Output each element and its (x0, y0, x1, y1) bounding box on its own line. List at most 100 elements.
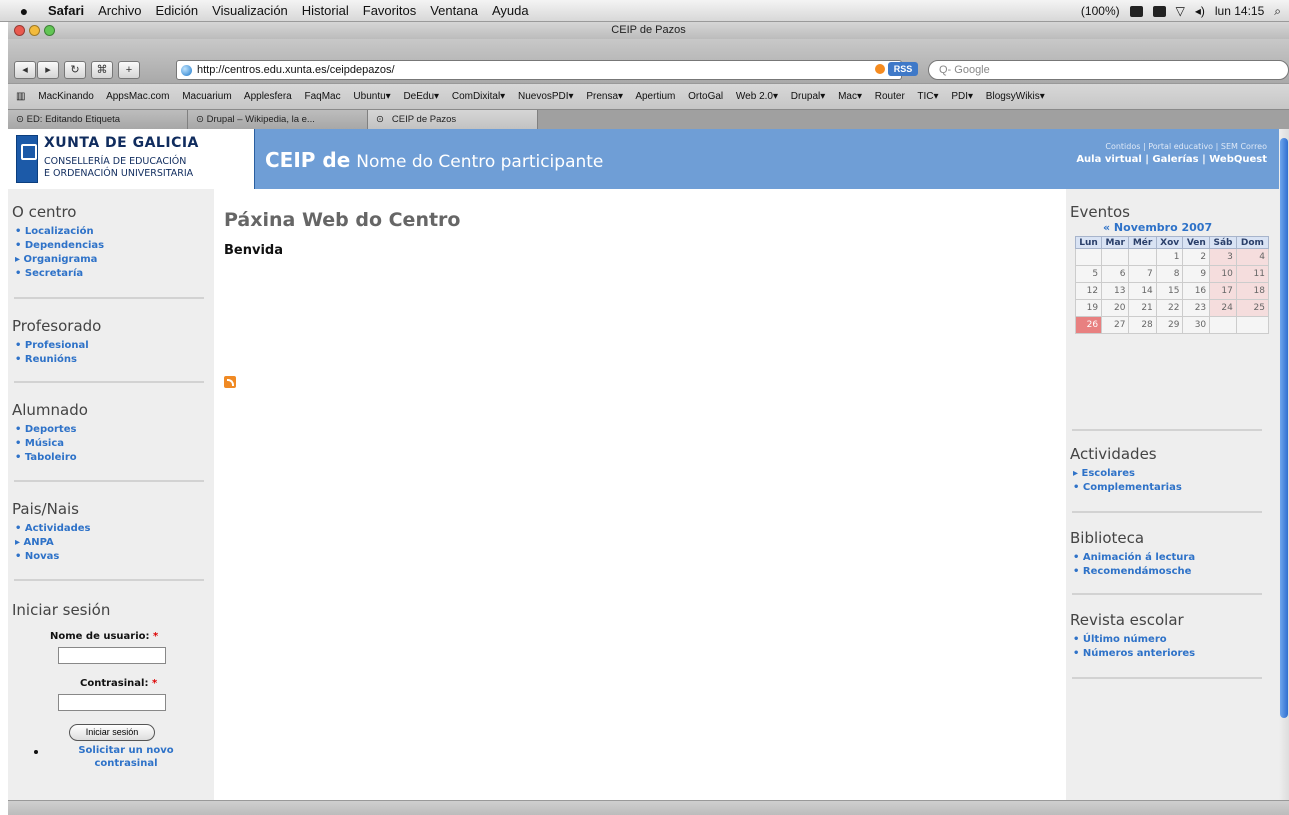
link-organigrama[interactable]: Organigrama (15, 253, 214, 267)
bookmark-item[interactable]: BlogsyWikis▾ (986, 91, 1045, 102)
forward-button[interactable]: ▸ (37, 61, 59, 79)
rss-button[interactable]: RSS (888, 62, 918, 76)
calendar-day-cell[interactable]: 7 (1128, 265, 1157, 283)
tab-drupal-wikipedia[interactable]: ⊙ Drupal – Wikipedia, la e... (188, 110, 368, 129)
xunta-logo[interactable]: XUNTA DE GALICIA CONSELLERÍA DE EDUCACIÓ… (8, 129, 255, 189)
link-numeros-anteriores[interactable]: Números anteriores (1073, 647, 1279, 661)
calendar-day-cell[interactable]: 5 (1074, 265, 1103, 283)
calendar-day-cell[interactable]: 6 (1101, 265, 1130, 283)
link-escolares[interactable]: Escolares (1073, 467, 1279, 481)
bookmark-item[interactable]: Applesfera (244, 91, 292, 102)
menu-clock[interactable]: lun 14:15 (1215, 4, 1264, 18)
calendar-caption[interactable]: « Novembro 2007 (1103, 221, 1212, 234)
header-small-links[interactable]: Contidos | Portal educativo | SEM Correo (1076, 142, 1267, 151)
volume-icon[interactable]: ◂) (1195, 4, 1205, 18)
link-reunions[interactable]: Reunións (15, 353, 214, 367)
tab-ceip-de-pazos[interactable]: ⊙ CEIP de Pazos (368, 110, 538, 129)
header-main-links[interactable]: Aula virtual | Galerías | WebQuest (1076, 154, 1267, 165)
link-complementarias[interactable]: Complementarias (1073, 481, 1279, 495)
tab-editando-etiqueta[interactable]: ⊙ ED: Editando Etiqueta (8, 110, 188, 129)
menu-safari[interactable]: Safari (48, 3, 84, 18)
calendar-day-cell[interactable]: 12 (1074, 282, 1103, 300)
rss-feed-icon[interactable] (224, 376, 236, 388)
bookmark-item[interactable]: FaqMac (305, 91, 341, 102)
bookmark-item[interactable]: TIC▾ (917, 91, 938, 102)
calendar-day-cell[interactable]: 11 (1235, 265, 1270, 283)
calendar-day-cell[interactable]: 17 (1209, 282, 1237, 300)
app-tray-icon[interactable] (1129, 5, 1143, 17)
calendar-day-cell[interactable]: 28 (1128, 316, 1157, 334)
apple-menu-icon[interactable]: ● (14, 3, 34, 19)
link-taboleiro[interactable]: Taboleiro (15, 451, 214, 465)
link-musica[interactable]: Música (15, 437, 214, 451)
calendar-day-cell[interactable]: 21 (1128, 299, 1157, 317)
calendar-day-cell[interactable]: 1 (1155, 248, 1184, 266)
link-dependencias[interactable]: Dependencias (15, 239, 214, 253)
menu-edicion[interactable]: Edición (156, 3, 199, 18)
bookmark-item[interactable]: NuevosPDI▾ (518, 91, 574, 102)
password-input[interactable] (58, 694, 166, 711)
back-button[interactable]: ◂ (14, 61, 36, 79)
link-anpa[interactable]: ANPA (15, 536, 214, 550)
link-animacion-lectura[interactable]: Animación á lectura (1073, 551, 1279, 565)
login-button[interactable]: Iniciar sesión (69, 724, 155, 741)
snapback-button[interactable]: ⌘ (91, 61, 113, 79)
menu-favoritos[interactable]: Favoritos (363, 3, 416, 18)
bookmark-item[interactable]: PDI▾ (951, 91, 973, 102)
link-novas[interactable]: Novas (15, 550, 214, 564)
calendar-day-cell[interactable]: 3 (1209, 248, 1237, 266)
calendar-day-cell[interactable]: 20 (1101, 299, 1130, 317)
bookmark-item[interactable]: Ubuntu▾ (353, 91, 390, 102)
link-profesional[interactable]: Profesional (15, 339, 214, 353)
menu-ventana[interactable]: Ventana (430, 3, 478, 18)
zoom-window-button[interactable] (44, 25, 55, 36)
wifi-icon[interactable]: ▽ (1176, 4, 1185, 18)
bookmark-item[interactable]: Macuarium (182, 91, 231, 102)
reload-button[interactable]: ↻ (64, 61, 86, 79)
username-input[interactable] (58, 647, 166, 664)
bookmark-item[interactable]: Drupal▾ (791, 91, 825, 102)
close-window-button[interactable] (14, 25, 25, 36)
menu-visualizacion[interactable]: Visualización (212, 3, 288, 18)
address-bar[interactable]: http://centros.edu.xunta.es/ceipdepazos/ (176, 60, 902, 80)
link-localizacion[interactable]: Localización (15, 225, 214, 239)
bookmark-item[interactable]: AppsMac.com (106, 91, 169, 102)
add-bookmark-button[interactable]: + (118, 61, 140, 79)
calendar-day-cell[interactable]: 19 (1074, 299, 1103, 317)
calendar-day-cell[interactable]: 4 (1235, 248, 1270, 266)
bookmark-item[interactable]: Prensa▾ (586, 91, 623, 102)
calendar-day-cell[interactable]: 9 (1182, 265, 1211, 283)
calendar-day-cell[interactable]: 16 (1182, 282, 1211, 300)
site-title[interactable]: CEIP de Nome do Centro participante (265, 148, 603, 172)
calendar-day-cell[interactable]: 24 (1209, 299, 1237, 317)
bookmark-item[interactable]: OrtoGal (688, 91, 723, 102)
bookmark-item[interactable]: ComDixital▾ (452, 91, 505, 102)
calendar-day-cell[interactable]: 18 (1235, 282, 1270, 300)
calendar-day-cell[interactable]: 2 (1182, 248, 1211, 266)
calendar-day-cell[interactable]: 25 (1235, 299, 1270, 317)
link-actividades-pais[interactable]: Actividades (15, 522, 214, 536)
bookmark-item[interactable]: Apertium (635, 91, 675, 102)
calendar-day-cell[interactable]: 8 (1155, 265, 1184, 283)
calendar-day-cell[interactable]: 14 (1128, 282, 1157, 300)
minimize-window-button[interactable] (29, 25, 40, 36)
link-recomendamosche[interactable]: Recomendámosche (1073, 565, 1279, 579)
bookmark-item[interactable]: Router (875, 91, 905, 102)
calendar-day-cell[interactable]: 27 (1101, 316, 1130, 334)
bookmark-item[interactable]: Mac▾ (838, 91, 862, 102)
calendar-day-cell[interactable]: 26 (1074, 316, 1103, 334)
calendar-day-cell[interactable]: 22 (1155, 299, 1184, 317)
menu-ayuda[interactable]: Ayuda (492, 3, 529, 18)
bookmark-item[interactable]: Web 2.0▾ (736, 91, 778, 102)
menu-archivo[interactable]: Archivo (98, 3, 141, 18)
bookmarks-book-icon[interactable]: ▥ (16, 91, 25, 102)
menu-historial[interactable]: Historial (302, 3, 349, 18)
display-icon[interactable] (1152, 5, 1166, 17)
calendar-day-cell[interactable]: 23 (1182, 299, 1211, 317)
calendar-day-cell[interactable]: 29 (1155, 316, 1184, 334)
request-new-password-link[interactable]: Solicitar un novo contrasinal (76, 744, 176, 770)
link-secretaria[interactable]: Secretaría (15, 267, 214, 281)
link-deportes[interactable]: Deportes (15, 423, 214, 437)
calendar-day-cell[interactable]: 13 (1101, 282, 1130, 300)
scrollbar-thumb[interactable] (1280, 138, 1288, 718)
